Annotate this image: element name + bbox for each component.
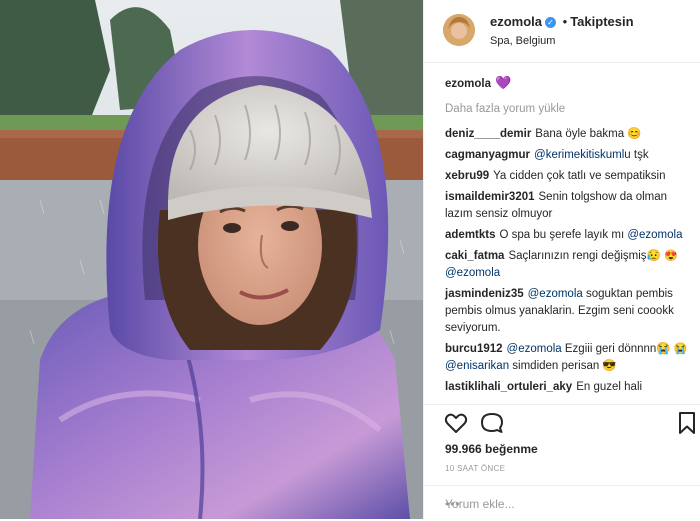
comment: cagmanyagmur @kerimekitiskumlu tşk [445,147,695,164]
caption-username[interactable]: ezomola [445,78,491,90]
comment-text: O spa bu şerefe layık mı [499,229,625,241]
avatar[interactable] [443,14,475,46]
comment: ademtkts O spa bu şerefe layık mı @ezomol… [445,227,695,244]
comment-mention[interactable]: @ezomola [528,288,583,300]
comment-text: simdiden perisan 😎 [512,360,617,372]
post-timestamp: 10 SAAT ÖNCE [445,464,506,473]
header-separator: • [562,14,568,29]
post-actions: 99.966 beğenme 10 SAAT ÖNCE Yorum ekle..… [424,404,700,520]
likes-count[interactable]: 99.966 beğenme [445,442,538,456]
comment-username[interactable]: deniz____demir [445,128,531,140]
comment-username[interactable]: ismaildemir3201 [445,191,535,203]
comment-username[interactable]: xebru99 [445,170,489,182]
comment: ismaildemir3201 Senin tolgshow da olman l… [445,189,695,223]
heart-outline-icon[interactable] [444,411,468,435]
header-username[interactable]: ezomola [490,14,542,29]
comment-username[interactable]: burcu1912 [445,343,503,355]
add-comment-field[interactable]: Yorum ekle... ••• [424,485,700,521]
more-options-icon[interactable]: ••• [445,497,695,511]
comment-text: Bana öyle bakma 😊 [535,128,642,140]
following-button[interactable]: Takiptesin [570,14,633,29]
comment: burcu1912 @ezomola Ezgiii geri dönnnn😭 😭 @… [445,341,695,375]
header-user-line: ezomola ✓ • Takiptesin [490,14,634,29]
purple-heart-emoji: 💜 [495,75,512,90]
comment-text: Ezgiii geri dönnnn😭 [564,343,671,355]
comment-bubble-icon[interactable] [480,411,504,435]
comment-mention[interactable]: @ezomola [445,267,500,279]
comment: deniz____demir Bana öyle bakma 😊 [445,126,695,143]
bookmark-icon[interactable] [675,411,699,435]
instagram-post-view: ezomola ✓ • Takiptesin Spa, Belgium ezomol… [0,0,700,520]
comment-mention[interactable]: @enisarikan [445,360,509,372]
heart-eyes-emoji: 😍 [664,250,678,262]
post-header: ezomola ✓ • Takiptesin Spa, Belgium [424,0,700,63]
comment: xebru99 Ya cidden çok tatlı ve sempatiksi… [445,168,695,185]
post-photo[interactable] [0,0,423,519]
comment-username[interactable]: lastiklihali_ortuleri_aky [445,381,572,393]
action-icons-row [444,411,695,437]
verified-badge-icon: ✓ [545,17,557,28]
post-caption: ezomola 💜 [445,74,695,93]
comment-username[interactable]: caki_fatma [445,250,504,262]
comment-mention[interactable]: @ezomola [507,343,562,355]
selfie-illustration [0,0,423,519]
comment-mention[interactable]: @ezomola [627,229,682,241]
comment-text: Saçlarınızın rengi değişmiş😥 [508,250,661,262]
avatar-image [443,14,475,46]
comment: jasmindeniz35 @ezomola soguktan pembis pe… [445,286,695,337]
comment-username[interactable]: ademtkts [445,229,496,241]
comment-text: tşk [633,149,649,161]
comment: lastiklihali_ortuleri_aky En guzel hali [445,379,695,396]
post-details-panel: ezomola ✓ • Takiptesin Spa, Belgium ezomol… [423,0,700,520]
comment: caki_fatma Saçlarınızın rengi değişmiş😥 😍… [445,248,695,282]
comment-username[interactable]: jasmindeniz35 [445,288,524,300]
location-link[interactable]: Spa, Belgium [490,35,555,47]
load-more-comments[interactable]: Daha fazla yorum yükle [445,101,695,118]
crying-emoji: 😭 [673,343,688,355]
comment-text: En guzel hali [576,381,643,393]
comment-username[interactable]: cagmanyagmur [445,149,530,161]
comment-mention[interactable]: @kerimekitiskumlu [534,149,631,161]
comments-list: ezomola 💜 Daha fazla yorum yükle deniz___… [445,70,695,400]
comment-text: Ya cidden çok tatlı ve sempatiksin [493,170,666,182]
